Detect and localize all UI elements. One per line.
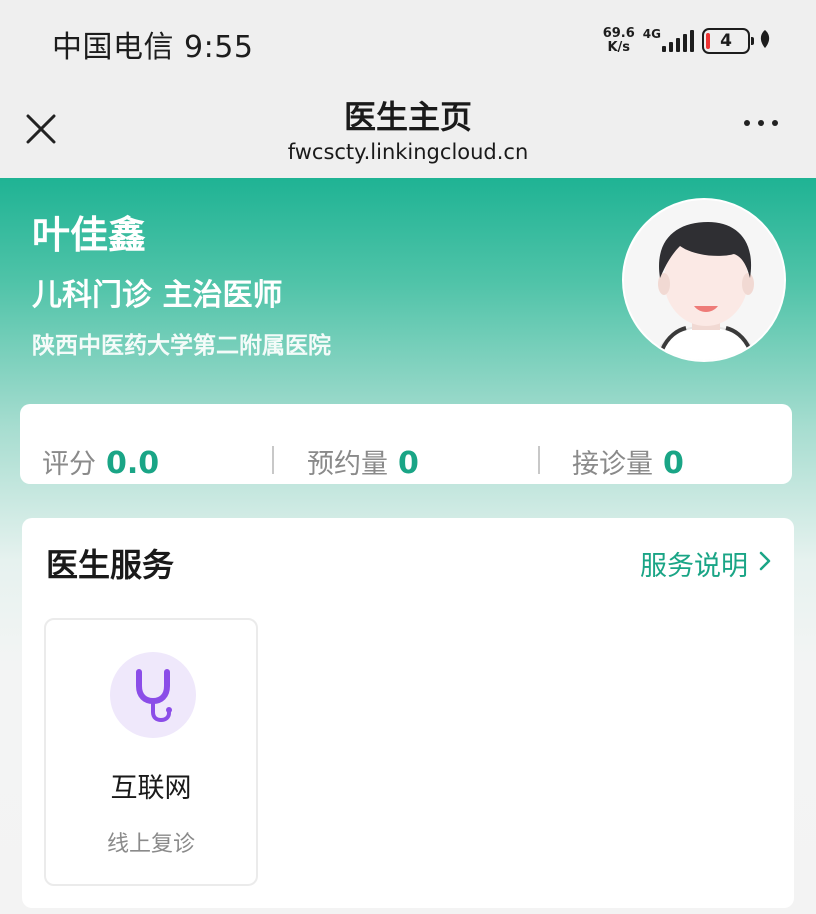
stat-divider: [538, 446, 540, 474]
doctor-department-title: 儿科门诊 主治医师: [32, 278, 283, 313]
stat-rating: 评分 0.0: [42, 442, 159, 481]
stat-value: 0: [398, 446, 419, 481]
network-speed-unit: K/s: [607, 40, 631, 55]
status-icons: 69.6 K/s 4G 4: [603, 24, 772, 58]
services-title: 医生服务: [46, 546, 175, 584]
doctor-avatar: [622, 198, 786, 362]
battery-level: 4: [720, 31, 732, 51]
stat-label: 预约量: [307, 449, 388, 480]
stat-value: 0.0: [106, 446, 160, 481]
doctor-services-card: 医生服务 服务说明 互联网 线上复诊: [22, 518, 794, 908]
service-item-internet[interactable]: 互联网 线上复诊: [44, 618, 258, 886]
stat-divider: [272, 446, 274, 474]
network-speed: 69.6 K/s: [603, 27, 635, 55]
doctor-profile-header: 叶佳鑫 儿科门诊 主治医师 陕西中医药大学第二附属医院 评分 0.0 预约量 0…: [0, 178, 816, 914]
network-speed-value: 69.6: [602, 26, 635, 41]
more-options-icon[interactable]: [744, 120, 778, 126]
service-info-label: 服务说明: [640, 551, 748, 582]
battery-icon: 4: [702, 28, 754, 54]
network-type: 4G: [642, 27, 661, 41]
chevron-right-icon: [758, 548, 772, 579]
doctor-name: 叶佳鑫: [32, 213, 147, 257]
carrier-time: 中国电信 9:55: [52, 30, 254, 65]
stat-appointments: 预约量 0: [307, 442, 419, 481]
signal-icon: 4G: [642, 27, 694, 52]
title-bar: 医生主页 fwcscty.linkingcloud.cn: [0, 82, 816, 178]
stat-consultations: 接诊量 0: [572, 442, 684, 481]
stethoscope-icon: [110, 652, 196, 738]
service-name: 互联网: [110, 773, 192, 804]
stat-value: 0: [663, 446, 684, 481]
service-info-link[interactable]: 服务说明: [640, 544, 772, 583]
stats-card: 评分 0.0 预约量 0 接诊量 0: [20, 404, 792, 484]
doctor-hospital: 陕西中医药大学第二附属医院: [32, 333, 331, 359]
status-bar: 中国电信 9:55 69.6 K/s 4G 4: [0, 0, 816, 82]
page-title: 医生主页: [343, 98, 472, 136]
page-url: fwcscty.linkingcloud.cn: [287, 140, 529, 164]
leaf-icon: [758, 29, 772, 54]
stat-label: 接诊量: [572, 449, 653, 480]
service-description: 线上复诊: [106, 832, 195, 857]
stat-label: 评分: [42, 449, 96, 480]
